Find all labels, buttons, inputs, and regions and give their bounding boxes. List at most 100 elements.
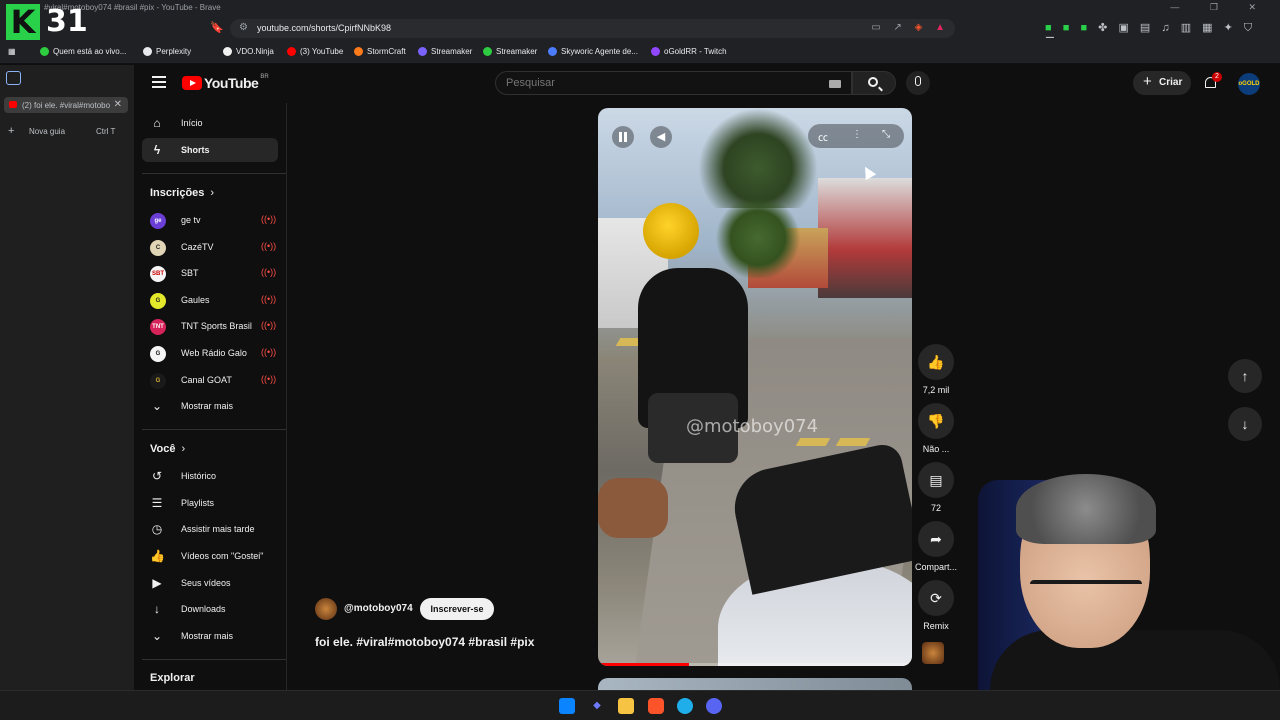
bookmark-icon[interactable]: 🔖	[210, 21, 224, 34]
previous-short-button[interactable]: ↑	[1228, 359, 1262, 393]
extensions-puzzle-icon[interactable]: ✤	[1098, 22, 1107, 34]
create-button[interactable]: + Criar	[1133, 71, 1191, 95]
edge-browser-icon[interactable]	[677, 698, 693, 714]
search-input[interactable]	[506, 77, 806, 89]
subscribe-button[interactable]: Inscrever-se	[420, 598, 494, 620]
sidebar-item-subscription[interactable]: C CazéTV ((•))	[142, 235, 278, 259]
dislike-button[interactable]: 👎 Não ...	[918, 403, 954, 454]
sidebar-item-subscription[interactable]: G Canal GOAT ((•))	[142, 368, 278, 392]
bookmark-favicon	[354, 47, 363, 56]
short-video-player[interactable]: @motoboy074 ◀ ㏄ ⋮ ⤡	[598, 108, 912, 666]
sidebar-show-more[interactable]: ⌄ Mostrar mais	[142, 394, 278, 418]
next-short-preview[interactable]	[598, 678, 912, 690]
sidebar-show-more[interactable]: ⌄ Mostrar mais	[142, 624, 278, 648]
pause-icon[interactable]	[612, 126, 634, 148]
search-box[interactable]	[495, 71, 852, 95]
media-control-icon[interactable]: ♫	[1161, 22, 1169, 34]
bookmark-item[interactable]: (3) YouTube	[287, 47, 343, 56]
sidebar-item-downloads[interactable]: ↓ Downloads	[142, 597, 278, 621]
channel-avatar: G	[150, 293, 166, 309]
bookmark-label: Perplexity	[156, 47, 192, 56]
vpn-icon[interactable]: ⛉	[1244, 22, 1252, 34]
remix-button[interactable]: ⟳ Remix	[918, 580, 954, 631]
youtube-logo[interactable]: YouTube BR	[182, 74, 269, 91]
notifications-button[interactable]: 2	[1203, 72, 1222, 91]
bookmark-favicon	[418, 47, 427, 56]
more-options-icon[interactable]: ⋮	[852, 129, 862, 140]
sidebar-item-history[interactable]: ↺ Histórico	[142, 464, 278, 488]
address-url[interactable]: youtube.com/shorts/CpirfNNbK98	[257, 23, 391, 33]
live-icon: ((•))	[261, 241, 277, 251]
share-button[interactable]: ➦ Compart...	[915, 521, 957, 572]
webcam-person-body	[990, 630, 1280, 690]
bookmark-item[interactable]: Skyworic Agente de...	[548, 47, 638, 56]
wallet-icon[interactable]: ▦	[1202, 22, 1212, 34]
short-title[interactable]: foi ele. #viral#motoboy074 #brasil #pix	[315, 635, 534, 649]
sidebar-item-home[interactable]: ⌂ Início	[142, 111, 278, 135]
extension-icon-2[interactable]: ■	[1063, 22, 1070, 34]
sound-thumbnail[interactable]	[922, 642, 944, 664]
sidebar-item-liked[interactable]: 👍 Vídeos com "Gostei"	[142, 544, 278, 568]
windows-start-icon[interactable]	[559, 698, 575, 714]
tab-active[interactable]: (2) foi ele. #viral#motoboy074 ✕	[4, 97, 128, 113]
you-heading[interactable]: Você ›	[150, 443, 185, 455]
sidebar-item-subscription[interactable]: TNT TNT Sports Brasil ((•))	[142, 314, 278, 338]
sidebar-item-playlists[interactable]: ☰ Playlists	[142, 491, 278, 515]
discord-icon[interactable]	[706, 698, 722, 714]
sidebar-item-your-videos[interactable]: ▶ Seus vídeos	[142, 571, 278, 595]
bookmark-item[interactable]: StormCraft	[354, 47, 406, 56]
video-frame-tree	[698, 108, 818, 208]
keyboard-icon[interactable]	[829, 80, 841, 88]
bookmark-item[interactable]: Perplexity	[143, 47, 191, 56]
hamburger-menu-icon[interactable]	[152, 76, 166, 88]
sidebar-item-subscription[interactable]: SBT SBT ((•))	[142, 261, 278, 285]
sidebar-toggle-icon[interactable]: ▥	[1181, 22, 1191, 34]
site-settings-icon[interactable]: ⚙	[239, 22, 248, 33]
next-short-button[interactable]: ↓	[1228, 407, 1262, 441]
bookmark-item[interactable]: oGoldRR - Twitch	[651, 47, 727, 56]
captions-icon[interactable]: ㏄	[818, 129, 828, 144]
bookmark-item[interactable]: Streamaker	[418, 47, 472, 56]
cast-icon[interactable]: ▭	[871, 22, 880, 33]
fullscreen-icon[interactable]: ⤡	[882, 129, 890, 140]
channel-handle[interactable]: @motoboy074	[344, 603, 413, 614]
like-button[interactable]: 👍 7,2 mil	[918, 344, 954, 395]
extension-icon-3[interactable]: ■	[1080, 22, 1087, 34]
sidebar-item-subscription[interactable]: G Web Rádio Galo ((•))	[142, 341, 278, 365]
sidebar-item-label: Web Rádio Galo	[181, 348, 247, 358]
search-button[interactable]	[852, 71, 896, 95]
window-controls[interactable]: — ❐ ✕	[1170, 2, 1270, 13]
voice-search-button[interactable]	[906, 71, 930, 95]
extension-icon-4[interactable]: ▣	[1118, 22, 1128, 34]
extension-icon-5[interactable]: ▤	[1140, 22, 1150, 34]
address-bar[interactable]: ⚙ youtube.com/shorts/CpirfNNbK98 ▭ ↗ ◈ ▲	[230, 19, 955, 38]
volume-icon[interactable]: ◀	[650, 126, 672, 148]
brave-browser-icon[interactable]	[648, 698, 664, 714]
sidebar-item-watch-later[interactable]: ◷ Assistir mais tarde	[142, 517, 278, 541]
bookmark-item[interactable]: VDO.Ninja	[223, 47, 274, 56]
vertical-tabs-toggle-icon[interactable]	[6, 71, 21, 85]
sidebar-item-shorts[interactable]: ϟ Shorts	[142, 138, 278, 162]
sidebar-item-subscription[interactable]: ge ge tv ((•))	[142, 208, 278, 232]
bookmark-item[interactable]: Quem está ao vivo...	[40, 47, 126, 56]
sidebar-item-label: Downloads	[181, 604, 226, 614]
subscriptions-heading[interactable]: Inscrições ›	[150, 187, 214, 199]
comments-button[interactable]: ▤ 72	[918, 462, 954, 513]
brave-rewards-icon[interactable]: ▲	[935, 22, 945, 33]
bookmark-item[interactable]: Streamaker	[483, 47, 537, 56]
avatar[interactable]: oGOLD	[1238, 73, 1260, 95]
live-icon: ((•))	[261, 374, 277, 384]
share-icon: ➦	[918, 521, 954, 557]
close-tab-icon[interactable]: ✕	[114, 99, 122, 110]
sidebar-item-subscription[interactable]: G Gaules ((•))	[142, 288, 278, 312]
channel-avatar[interactable]	[315, 598, 337, 620]
leo-ai-icon[interactable]: ✦	[1224, 22, 1233, 34]
apps-grid-icon[interactable]: ▦	[8, 47, 16, 56]
brave-shields-icon[interactable]: ◈	[915, 22, 923, 33]
app-icon[interactable]: ◆	[589, 698, 605, 714]
extension-icon-1[interactable]: ■	[1045, 22, 1052, 34]
sidebar-item-label: Início	[181, 118, 203, 128]
file-explorer-icon[interactable]	[618, 698, 634, 714]
video-progress-bar[interactable]	[598, 663, 912, 666]
share-page-icon[interactable]: ↗	[893, 22, 901, 33]
